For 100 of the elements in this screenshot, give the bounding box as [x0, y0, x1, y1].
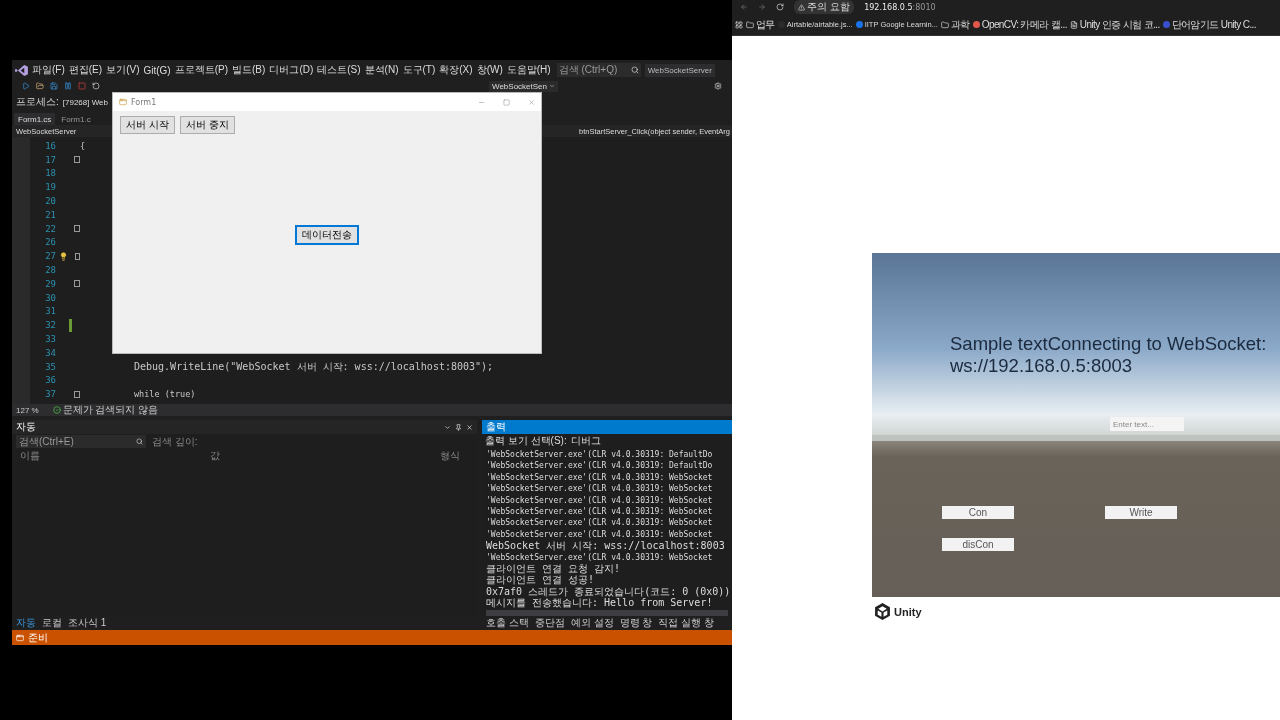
line-number: 20	[44, 196, 56, 207]
apps-icon[interactable]	[735, 20, 743, 29]
address-field[interactable]: 192.168.0.5:8010	[864, 2, 936, 12]
output-line: 0x7af0 스레드가 종료되었습니다(코드: 0 (0x0)).	[486, 585, 732, 598]
zoom-level[interactable]: 127 %	[16, 405, 39, 415]
game-button[interactable]: disCon	[942, 538, 1014, 551]
menu-item[interactable]: Git(G)	[143, 64, 171, 76]
menu-item[interactable]: 디버그(D)	[269, 63, 314, 77]
send-button[interactable]: 데이터전송	[296, 226, 358, 244]
search-field[interactable]: 검색(Ctrl+E)	[16, 435, 146, 448]
line-number: 28	[44, 265, 56, 276]
output-line: 'WebSocketServer.exe'(CLR v4.0.30319: WebSocket	[486, 528, 714, 541]
game-button[interactable]: Con	[942, 506, 1014, 519]
depth-label: 검색 깊이:	[152, 434, 198, 449]
output-line: 클라이언트 연결 요청 감지!	[486, 563, 622, 575]
menu-item[interactable]: 프로젝트(P)	[174, 63, 229, 77]
process-value: [79268] Web	[62, 97, 108, 107]
input-field[interactable]: Enter text...	[1110, 417, 1184, 431]
folder-icon	[940, 20, 949, 29]
menu-item[interactable]: 도구(T)	[402, 63, 436, 77]
output-line: 'WebSocketServer.exe'(CLR v4.0.30319: DefaultDo	[486, 460, 714, 472]
column-header[interactable]: 이름	[20, 449, 210, 463]
source-label: 출력 보기 선택(S):	[485, 434, 567, 448]
scrollbar[interactable]	[486, 610, 728, 616]
source-dropdown[interactable]: 디버그	[570, 434, 601, 448]
line-number: 32	[44, 320, 56, 331]
line-number: 33	[44, 334, 56, 345]
panel-tab[interactable]: 자동	[16, 616, 36, 630]
caret-icon[interactable]	[444, 423, 451, 431]
line-number: 26	[44, 237, 56, 248]
document-tab[interactable]: Form1.c	[57, 113, 95, 125]
issues-status[interactable]: 문제가 검색되지 않음	[62, 403, 159, 417]
document-tab[interactable]: Form1.cs	[14, 113, 56, 125]
solution-title: WebSocketServer	[644, 63, 715, 77]
line-number: 30	[44, 292, 56, 303]
column-header[interactable]: 형식	[440, 449, 469, 463]
logo-icon	[15, 64, 28, 76]
search-icon	[136, 438, 143, 445]
line-number: 29	[44, 278, 56, 289]
server-button[interactable]: 서버 중지	[180, 116, 236, 134]
bookmark[interactable]: OpenCV: 카메라 캘...	[972, 17, 1067, 32]
code-line: {	[80, 140, 86, 151]
bookmark[interactable]: 업무	[746, 17, 775, 32]
panel-tab[interactable]: 조사식 1	[68, 616, 107, 630]
panel-title: 출력	[486, 420, 506, 434]
bookmark[interactable]: 단어암기드 Unity C...	[1162, 17, 1256, 32]
line-number: 37	[44, 389, 56, 400]
server-button[interactable]: 서버 시작	[120, 116, 176, 134]
panel-tab[interactable]: 직접 실행 창	[658, 616, 714, 630]
menu-item[interactable]: 파일(F)	[32, 63, 65, 77]
line-number: 31	[44, 306, 56, 317]
fold-toggle[interactable]	[73, 390, 80, 398]
lightbulb-icon[interactable]	[59, 251, 68, 261]
menu-item[interactable]: 창(W)	[476, 63, 503, 77]
menu-item[interactable]: 분석(N)	[364, 63, 399, 77]
line-number: 16	[44, 140, 56, 151]
menu-item[interactable]: 테스트(S)	[317, 63, 361, 77]
brand-name: Unity	[894, 605, 922, 618]
menu-item[interactable]: 도움말(H)	[506, 63, 551, 77]
settings-icon[interactable]	[714, 82, 722, 90]
panel-tab[interactable]: 호출 스택	[486, 616, 529, 630]
fold-toggle[interactable]	[73, 225, 80, 233]
output-line: 'WebSocketServer.exe'(CLR v4.0.30319: WebSocket	[486, 494, 714, 507]
column-header[interactable]: 값	[210, 449, 440, 463]
document-icon	[1069, 20, 1078, 29]
project-dropdown[interactable]: WebSocketSen	[489, 80, 558, 92]
menu-item[interactable]: 확장(X)	[439, 63, 473, 77]
check-icon	[52, 406, 61, 414]
menu-item[interactable]: 보기(V)	[106, 63, 140, 77]
pause-icon[interactable]	[64, 82, 72, 90]
folder-icon[interactable]	[36, 82, 44, 90]
menu-item[interactable]: 편집(E)	[68, 63, 103, 77]
fold-toggle[interactable]	[73, 280, 80, 288]
status-message: Sample textConnecting to WebSocket: ws://192.168.0.5:8003	[950, 333, 1268, 377]
output-line: 클라이언트 연결 성공!	[486, 574, 596, 586]
panel-tab[interactable]: 예외 설정	[570, 616, 614, 630]
search-field[interactable]: 검색 (Ctrl+Q)	[556, 63, 641, 77]
security-chip[interactable]: 주의 요함	[794, 0, 855, 14]
pin-icon[interactable]	[455, 423, 462, 431]
play-icon[interactable]	[22, 82, 30, 90]
code-line: Debug.WriteLine("WebSocket 서버 시작: wss://localhost:8003");	[134, 359, 494, 374]
panel-tab[interactable]: 로컬	[42, 616, 62, 630]
output-line: 'WebSocketServer.exe'(CLR v4.0.30319: DefaultDo	[486, 449, 714, 461]
line-number: 36	[44, 375, 56, 386]
panel-tab[interactable]: 명령 창	[619, 616, 653, 630]
line-number: 17	[44, 154, 56, 165]
menu-item[interactable]: 빌드(B)	[232, 63, 266, 77]
game-button[interactable]: Write	[1105, 506, 1177, 519]
fold-toggle[interactable]	[74, 252, 80, 260]
bookmark[interactable]: 과학	[940, 17, 970, 32]
bookmark[interactable]: Unity 인증 시험 코...	[1069, 17, 1160, 32]
fold-toggle[interactable]	[73, 156, 80, 164]
reload-icon[interactable]	[776, 3, 784, 11]
process-label: 프로세스:	[16, 95, 59, 109]
search-icon	[630, 66, 639, 74]
panel-tab[interactable]: 중단점	[534, 616, 565, 630]
restart-icon[interactable]	[92, 82, 100, 90]
folder-icon	[746, 20, 754, 29]
window-icon	[119, 98, 127, 106]
save-icon[interactable]	[50, 82, 58, 90]
